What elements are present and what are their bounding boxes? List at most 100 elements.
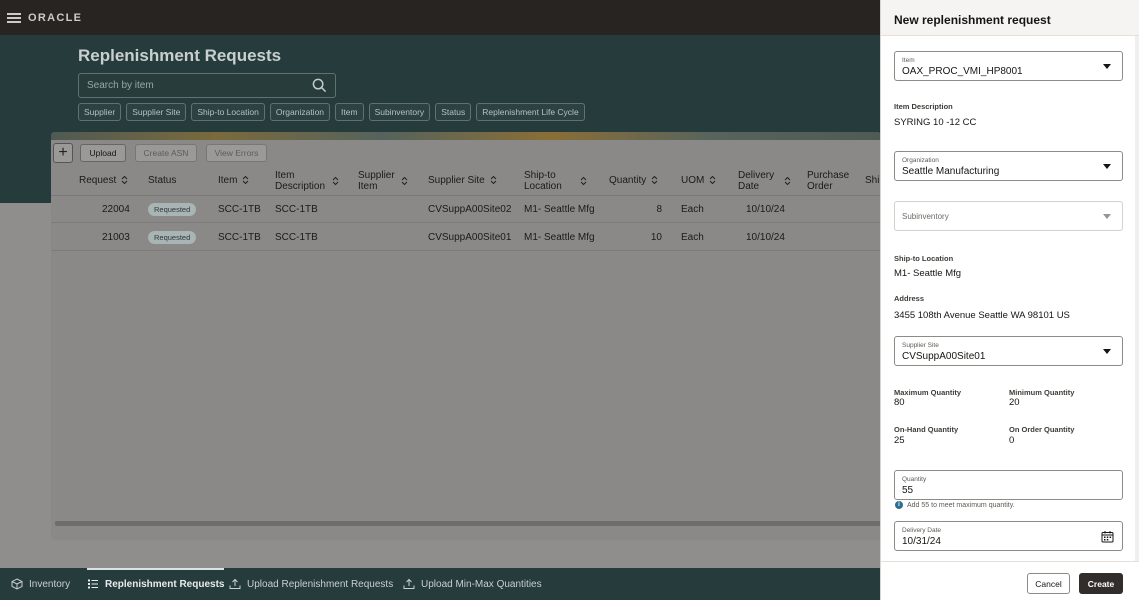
sort-icon[interactable] xyxy=(490,175,497,185)
sort-icon[interactable] xyxy=(709,175,716,185)
table-row[interactable]: 21003 Requested SCC-1TB SCC-1TB CVSuppA0… xyxy=(51,224,881,251)
organization-select[interactable]: Organization Seattle Manufacturing xyxy=(894,151,1123,181)
cancel-button[interactable]: Cancel xyxy=(1027,573,1070,594)
filter-chip-subinventory[interactable]: Subinventory xyxy=(368,103,431,121)
cell-supplier-site: CVSuppA00Site02 xyxy=(428,204,512,215)
chevron-down-icon[interactable] xyxy=(1103,349,1111,354)
cell-ship-to: M1- Seattle Mfg xyxy=(524,232,595,243)
upload-button[interactable]: Upload xyxy=(80,144,126,162)
bottom-navigation: Inventory Replenishment Requests Upload … xyxy=(0,568,880,600)
column-header-status[interactable]: Status xyxy=(148,175,176,186)
calendar-icon[interactable] xyxy=(1101,530,1114,543)
drawer-footer: Cancel Create xyxy=(881,561,1139,600)
cell-item: SCC-1TB xyxy=(218,204,261,215)
item-value: OAX_PROC_VMI_HP8001 xyxy=(902,66,1023,77)
cell-uom: Each xyxy=(681,204,704,215)
on-order-quantity-value: 0 xyxy=(1009,435,1015,446)
item-label: Item xyxy=(902,57,915,64)
cell-quantity: 8 xyxy=(656,204,662,215)
create-asn-button[interactable]: Create ASN xyxy=(135,144,197,162)
column-header-uom[interactable]: UOM xyxy=(681,175,716,186)
new-request-drawer: New replenishment request Item OAX_PROC_… xyxy=(880,0,1139,600)
filter-chip-organization[interactable]: Organization xyxy=(269,103,331,121)
search-input[interactable]: Search by item xyxy=(78,73,336,98)
filter-chip-item[interactable]: Item xyxy=(335,103,364,121)
chevron-down-icon[interactable] xyxy=(1103,214,1111,219)
quantity-label: Quantity xyxy=(902,476,927,483)
create-button[interactable]: Create xyxy=(1079,573,1123,594)
chevron-down-icon[interactable] xyxy=(1103,64,1111,69)
item-description-value: SYRING 10 -12 CC xyxy=(894,117,977,128)
table-row[interactable]: 22004 Requested SCC-1TB SCC-1TB CVSuppA0… xyxy=(51,196,881,223)
organization-value: Seattle Manufacturing xyxy=(902,166,1000,177)
status-badge: Requested xyxy=(148,231,197,244)
filter-chip-ship-to-location[interactable]: Ship-to Location xyxy=(191,103,265,121)
cell-description: SCC-1TB xyxy=(275,204,318,215)
view-errors-button[interactable]: View Errors xyxy=(206,144,267,162)
column-header-supplier-item[interactable]: Supplier Item xyxy=(358,170,395,192)
cell-request: 21003 xyxy=(102,232,130,243)
ship-to-value: M1- Seattle Mfg xyxy=(894,268,962,279)
on-order-quantity-label: On Order Quantity xyxy=(1009,425,1075,434)
filter-chip-status[interactable]: Status xyxy=(435,103,472,121)
add-button[interactable]: + xyxy=(53,143,73,163)
on-hand-quantity-value: 25 xyxy=(894,435,905,446)
column-header-quantity[interactable]: Quantity xyxy=(609,175,658,186)
supplier-site-select[interactable]: Supplier Site CVSuppA00Site01 xyxy=(894,336,1123,366)
filter-chips: Supplier Supplier Site Ship-to Location … xyxy=(78,103,585,121)
minimum-quantity-value: 20 xyxy=(1009,397,1020,408)
nav-tab-replenishment-requests[interactable]: Replenishment Requests xyxy=(87,568,225,600)
nav-tab-inventory[interactable]: Inventory xyxy=(11,568,70,600)
maximum-quantity-label: Maximum Quantity xyxy=(894,388,962,397)
sort-icon[interactable] xyxy=(784,176,791,186)
maximum-quantity-value: 80 xyxy=(894,397,905,408)
address-value: 3455 108th Avenue Seattle WA 98101 US xyxy=(894,310,1070,321)
sort-icon[interactable] xyxy=(580,176,587,186)
item-description-label: Item Description xyxy=(894,102,953,111)
column-header-request[interactable]: Request xyxy=(79,175,128,186)
cell-quantity: 10 xyxy=(650,232,662,243)
nav-tab-upload-requests[interactable]: Upload Replenishment Requests xyxy=(229,568,393,600)
column-header-supplier-site[interactable]: Supplier Site xyxy=(428,175,497,186)
column-header-delivery-date[interactable]: Delivery Date xyxy=(738,170,774,192)
panel-decoration xyxy=(51,132,881,140)
cell-uom: Each xyxy=(681,232,704,243)
filter-chip-supplier-site[interactable]: Supplier Site xyxy=(126,103,187,121)
sort-icon[interactable] xyxy=(651,175,658,185)
ship-to-label: Ship-to Location xyxy=(894,254,954,263)
upload-icon xyxy=(403,578,415,589)
column-header-item-description[interactable]: Item Description xyxy=(275,170,325,192)
quantity-hint: i Add 55 to meet maximum quantity. xyxy=(895,501,1015,509)
supplier-site-label: Supplier Site xyxy=(902,342,939,349)
table-header: Request Status Item Item Description Supp… xyxy=(51,166,881,196)
chevron-down-icon[interactable] xyxy=(1103,164,1111,169)
subinventory-select[interactable]: Subinventory xyxy=(894,201,1123,231)
on-hand-quantity-label: On-Hand Quantity xyxy=(894,425,959,434)
search-icon[interactable] xyxy=(312,78,327,93)
column-header-purchase-order[interactable]: Purchase Order xyxy=(807,170,849,192)
cube-icon xyxy=(11,578,23,590)
drawer-header: New replenishment request xyxy=(881,0,1139,36)
nav-tab-upload-minmax[interactable]: Upload Min-Max Quantities xyxy=(403,568,542,600)
sort-icon[interactable] xyxy=(332,176,339,186)
menu-icon[interactable] xyxy=(7,12,21,23)
delivery-date-input[interactable]: Delivery Date 10/31/24 xyxy=(894,521,1123,551)
column-header-ship-to-location[interactable]: Ship-to Location xyxy=(524,170,562,192)
column-header-ship-cut[interactable]: Shi xyxy=(865,175,879,186)
item-select[interactable]: Item OAX_PROC_VMI_HP8001 xyxy=(894,51,1123,81)
cell-request: 22004 xyxy=(102,204,130,215)
horizontal-scrollbar[interactable] xyxy=(55,521,881,526)
sort-icon[interactable] xyxy=(121,175,128,185)
drawer-scrollbar[interactable] xyxy=(1135,36,1139,561)
delivery-date-value[interactable]: 10/31/24 xyxy=(902,536,941,547)
quantity-input[interactable]: Quantity 55 xyxy=(894,470,1123,500)
filter-chip-supplier[interactable]: Supplier xyxy=(78,103,122,121)
quantity-value[interactable]: 55 xyxy=(902,485,913,496)
search-placeholder: Search by item xyxy=(87,80,154,91)
supplier-site-value: CVSuppA00Site01 xyxy=(902,351,986,362)
sort-icon[interactable] xyxy=(401,176,408,186)
filter-chip-life-cycle[interactable]: Replenishment Life Cycle xyxy=(476,103,585,121)
column-header-item[interactable]: Item xyxy=(218,175,249,186)
organization-label: Organization xyxy=(902,157,939,164)
sort-icon[interactable] xyxy=(242,175,249,185)
